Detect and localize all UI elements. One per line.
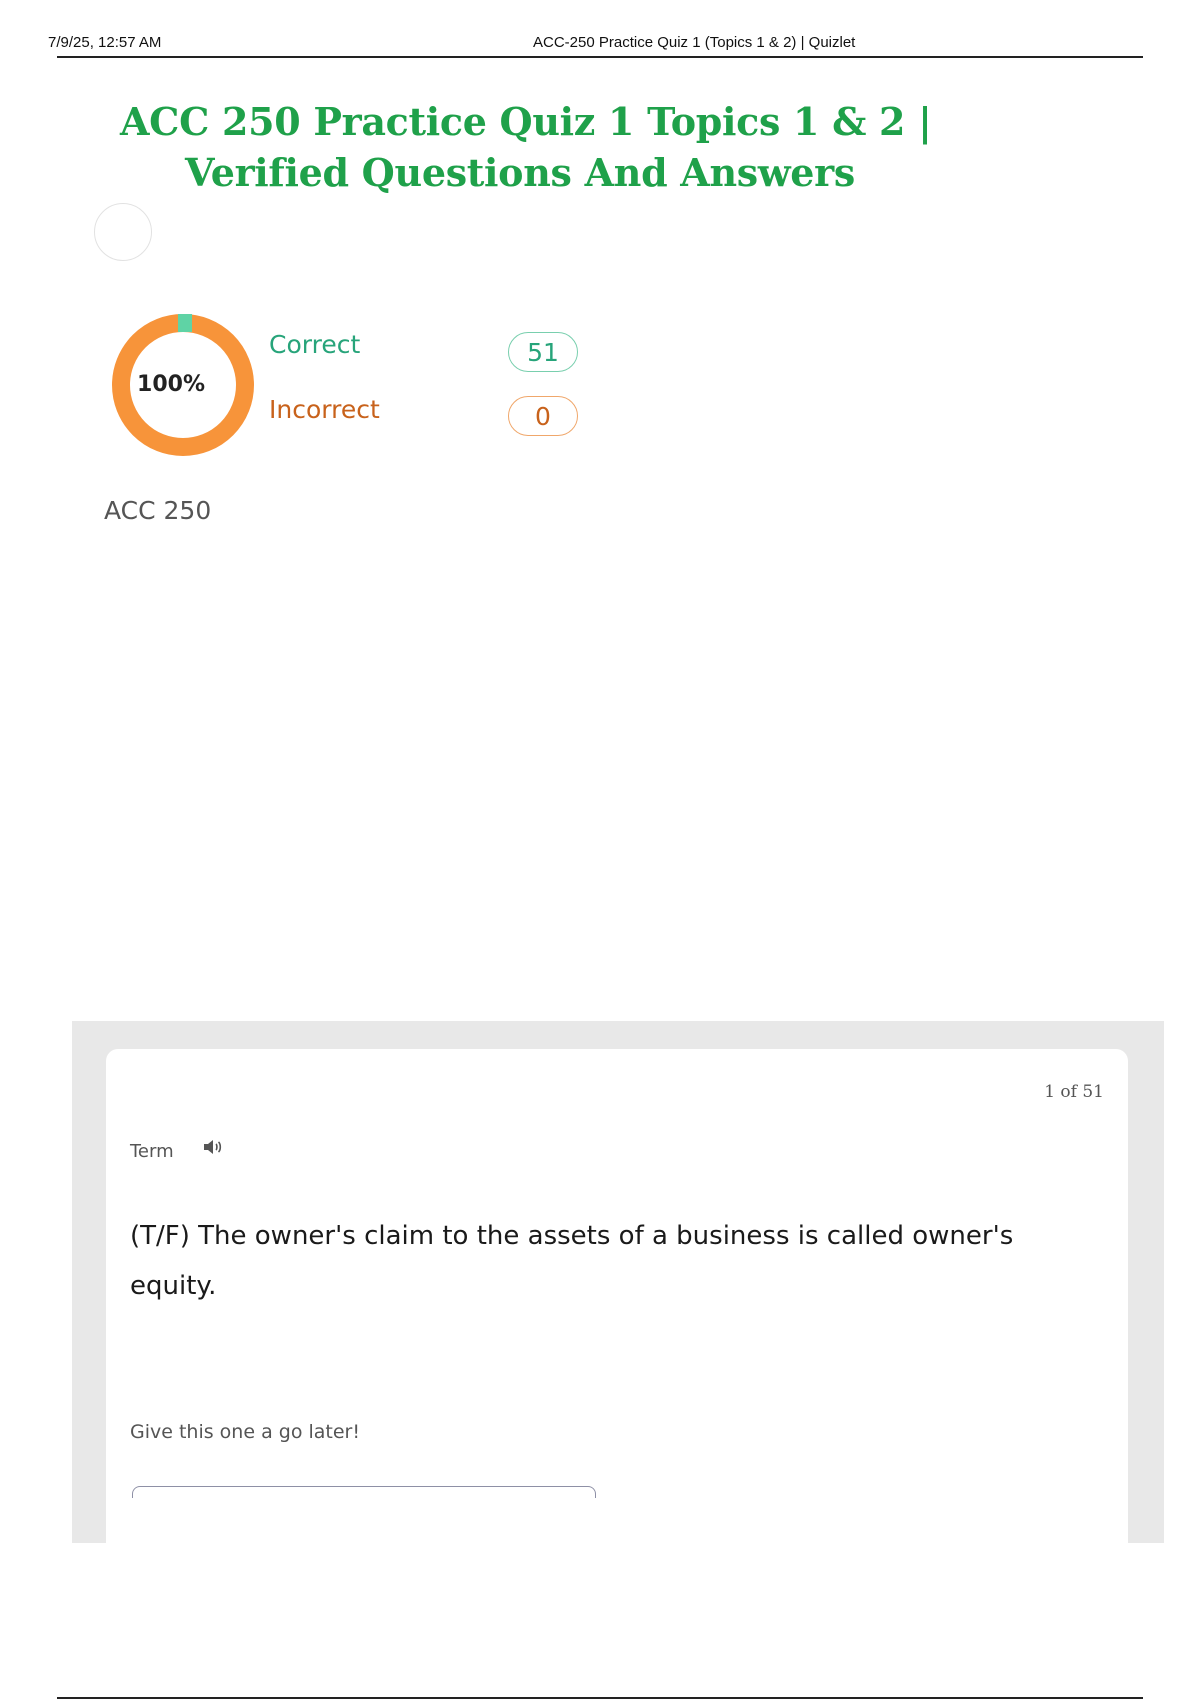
speaker-icon[interactable] (200, 1135, 224, 1159)
course-label: ACC 250 (104, 496, 212, 525)
incorrect-label: Incorrect (269, 395, 380, 424)
answer-input[interactable] (132, 1486, 596, 1498)
question-text: (T/F) The owner's claim to the assets of… (130, 1221, 1014, 1301)
print-date: 7/9/25, 12:57 AM (48, 34, 162, 51)
incorrect-count-badge: 0 (508, 396, 578, 436)
print-page-title: ACC-250 Practice Quiz 1 (Topics 1 & 2) |… (533, 34, 856, 51)
correct-count-badge: 51 (508, 332, 578, 372)
footer-divider (57, 1697, 1143, 1699)
correct-label: Correct (269, 330, 361, 359)
hint-text: Give this one a go later! (130, 1421, 360, 1443)
score-ring-marker (178, 314, 192, 332)
flashcard: 1 of 51 Term (T/F) The owner's claim to … (106, 1049, 1128, 1543)
document-title-line-2: Verified Questions And Answers (185, 150, 855, 195)
document-title-line-1: ACC 250 Practice Quiz 1 Topics 1 & 2 | (120, 99, 932, 144)
header-divider (57, 56, 1143, 58)
print-header: 7/9/25, 12:57 AM ACC-250 Practice Quiz 1… (0, 0, 1200, 60)
card-counter: 1 of 51 (1044, 1082, 1104, 1102)
score-percent: 100% (137, 372, 205, 397)
document-title: ACC 250 Practice Quiz 1 Topics 1 & 2 | V… (120, 96, 932, 198)
empty-circle-icon (94, 203, 152, 261)
term-label: Term (130, 1141, 174, 1162)
